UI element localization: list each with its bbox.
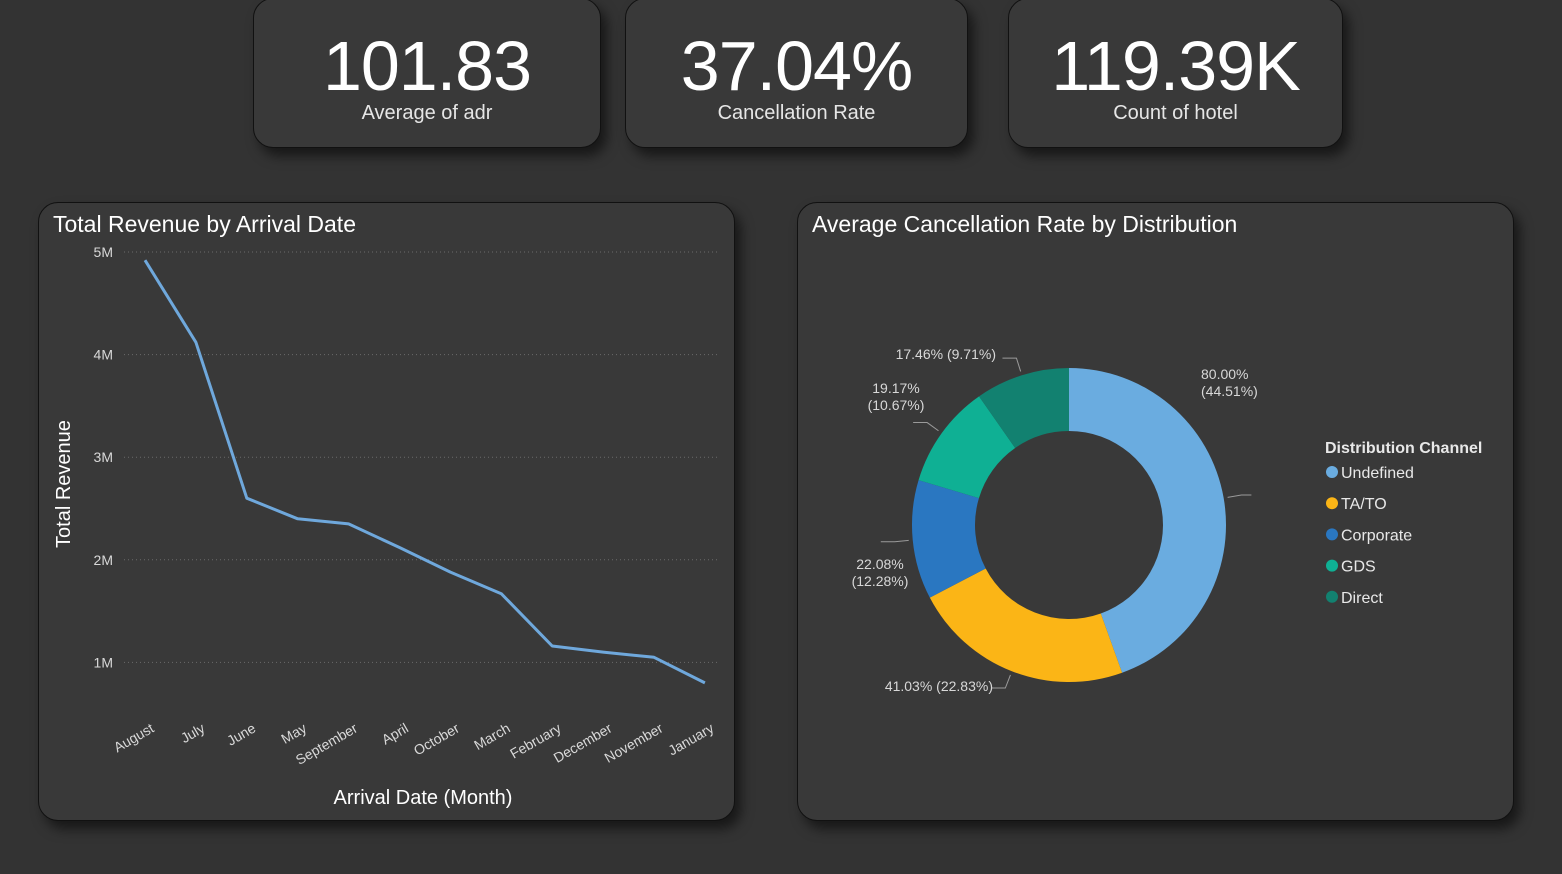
kpi-value: 119.39K [1051,27,1301,105]
y-axis-label: Total Revenue [53,420,75,548]
x-axis-label: Arrival Date (Month) [334,787,513,809]
label-leader-line [1002,357,1022,372]
data-label-share: (12.28%) [852,573,909,589]
x-tick-label: January [665,720,716,759]
label-leader-line [1227,494,1252,498]
kpi-label: Count of hotel [1113,102,1238,124]
data-label-share: (44.51%) [1201,383,1258,399]
legend-title: Distribution Channel [1325,440,1482,457]
donut-slice-tato[interactable] [929,568,1123,682]
kpi-card-hotel-count[interactable]: 119.39K Count of hotel [1008,0,1343,148]
data-label: 17.46% (9.71%) [896,346,996,362]
y-tick-label: 4M [94,347,113,363]
data-label-value: 22.08% [856,556,903,572]
data-label: 41.03% (22.83%) [885,678,993,694]
legend-marker [1326,466,1338,478]
cancellation-donut-chart: 80.00%(44.51%) 41.03% (22.83%) 22.08%(12.2… [852,346,1483,694]
kpi-card-adr[interactable]: 101.83 Average of adr [253,0,601,148]
kpi-value: 37.04% [680,27,913,105]
y-tick-label: 5M [94,244,113,260]
legend-item-label[interactable]: GDS [1341,559,1376,576]
y-tick-label: 1M [94,654,113,670]
revenue-line-chart: 1M2M3M4M5M August July June MaySeptember Apr… [53,244,719,809]
label-leader-line [880,539,909,543]
cancellation-donut-chart-panel[interactable]: Average Cancellation Rate by Distributio… [797,202,1514,821]
x-tick-label: May [278,720,309,747]
x-tick-label: August [111,720,157,756]
legend-marker [1326,559,1338,572]
kpi-value: 101.83 [322,27,532,105]
legend-marker [1326,497,1338,510]
legend-marker [1326,590,1338,603]
y-tick-label: 2M [94,552,113,568]
data-label-value: 80.00% [1201,366,1248,382]
revenue-line-chart-panel[interactable]: Total Revenue by Arrival Date 1M 2M 3M 4M 5M… [38,202,735,821]
label-leader-line [991,674,1011,689]
y-tick-label: 3M [94,449,113,465]
data-label-share: (10.67%) [868,397,925,413]
x-tick-label: April [379,720,411,748]
x-tick-label: November [602,720,666,766]
legend-item-label[interactable]: Direct [1341,590,1383,607]
kpi-card-cancellation-rate[interactable]: 37.04% Cancellation Rate [625,0,968,148]
x-tick-label: October [411,720,462,759]
legend-item-label[interactable]: TA/TO [1341,496,1387,513]
legend-item-label[interactable]: Corporate [1341,527,1412,544]
legend-item-label[interactable]: Undefined [1341,465,1414,482]
kpi-label: Cancellation Rate [717,102,876,124]
revenue-series-line[interactable] [143,259,706,685]
data-label-value: 19.17% [872,380,919,396]
legend-marker [1326,528,1338,541]
x-tick-label: July [178,720,208,746]
label-leader-line [913,422,939,432]
kpi-label: Average of adr [361,102,493,124]
x-tick-label: June [224,720,258,749]
